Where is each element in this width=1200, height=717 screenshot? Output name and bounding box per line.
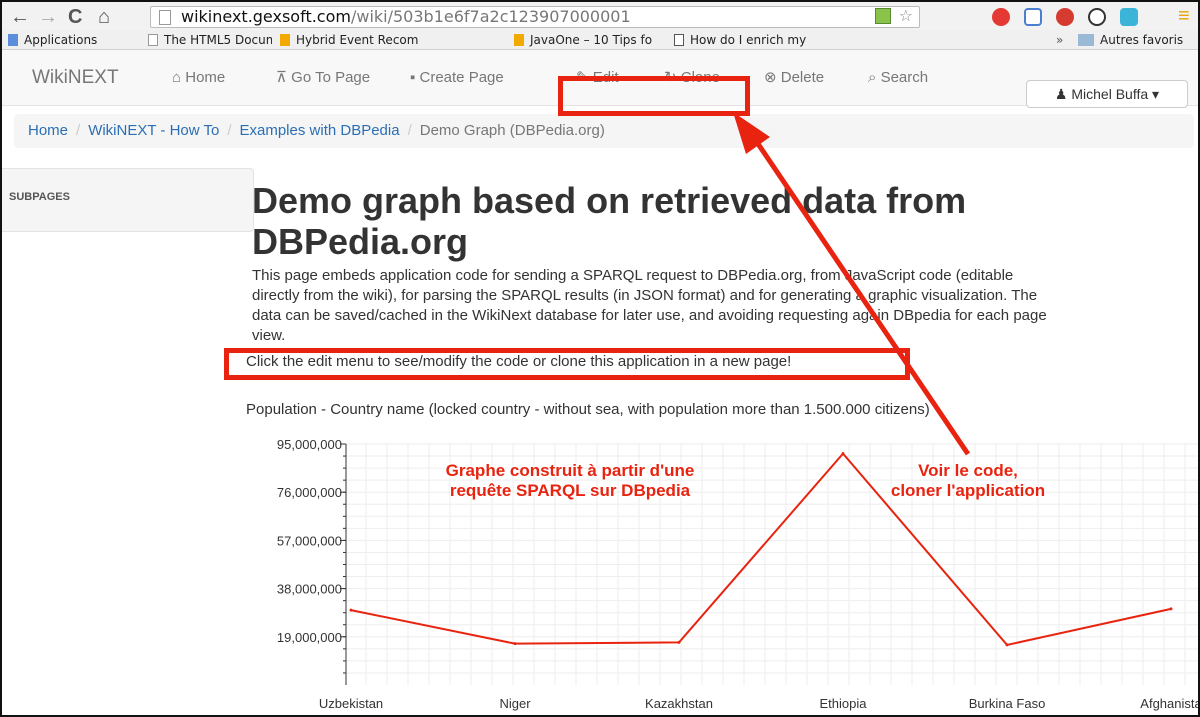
arrow-head [733,112,770,154]
annotation-arrow [733,112,971,456]
annotation-see-code: Voir le code, cloner l'application [890,461,1046,500]
arrow-shaft [747,130,971,456]
annotation-graph: Graphe construit à partir d'une requête … [445,461,695,500]
browser-window: ← → C ⌂ wikinext.gexsoft.com/wiki/503b1e… [0,0,1200,717]
